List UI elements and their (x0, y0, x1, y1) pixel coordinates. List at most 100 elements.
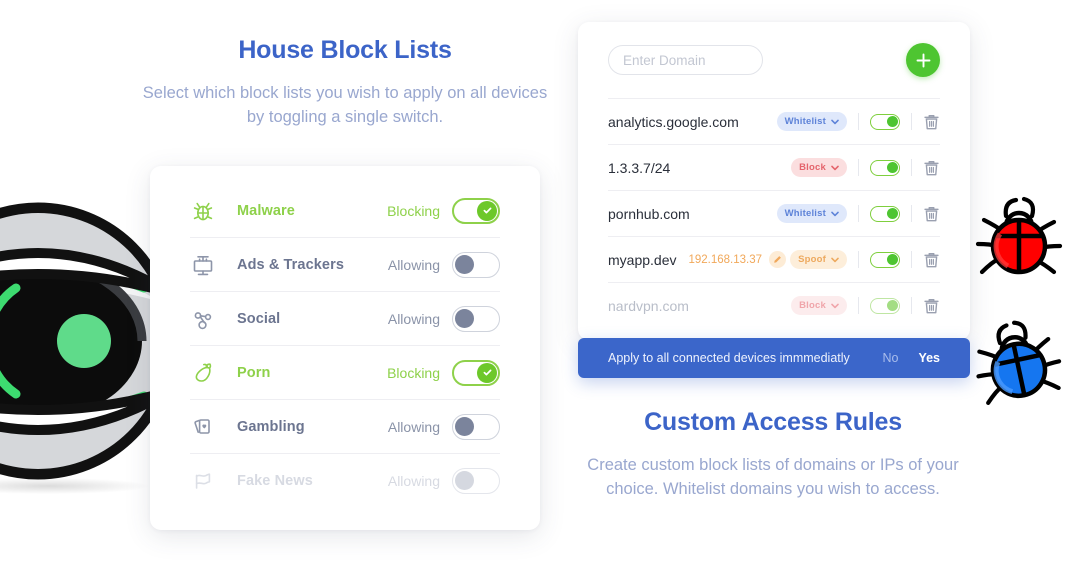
domain-row[interactable]: analytics.google.com Whitelist (608, 98, 940, 144)
block-list-toggle[interactable] (452, 413, 500, 440)
domain-row[interactable]: nardvpn.com Block (608, 282, 940, 328)
domain-enable-toggle[interactable] (870, 159, 900, 176)
apply-yes-button[interactable]: Yes (918, 351, 940, 365)
rule-type-label: Whitelist (784, 208, 826, 219)
block-list-toggle[interactable] (452, 251, 500, 278)
cards-icon (190, 412, 224, 442)
domain-rows: analytics.google.com Whitelist 1.3.3.7/24 B… (608, 98, 940, 328)
flag-icon (190, 466, 224, 496)
block-list-label: Social (237, 310, 281, 327)
block-list-row[interactable]: Malware Blocking (190, 184, 500, 238)
custom-rules-card: analytics.google.com Whitelist 1.3.3.7/24 B… (578, 22, 970, 340)
eggplant-icon (195, 362, 212, 382)
rule-type-badge[interactable]: Spoof (790, 250, 847, 269)
custom-rules-subtitle: Create custom block lists of domains or … (587, 456, 959, 498)
billboard-icon (193, 255, 213, 275)
delete-icon[interactable] (923, 113, 940, 131)
rule-type-badge[interactable]: Whitelist (776, 204, 847, 223)
domain-enable-toggle[interactable] (870, 205, 900, 222)
screenshot-root: House Block Lists Select which block lis… (0, 0, 1086, 561)
divider (911, 205, 912, 222)
block-list-state: Allowing (387, 256, 440, 273)
domain-input[interactable] (608, 45, 763, 75)
block-list-state: Allowing (387, 473, 440, 489)
block-lists-card: Malware Blocking Ads & Trackers Allowing Soc… (150, 166, 540, 530)
block-list-label: Fake News (237, 473, 313, 489)
chevron-down-icon (831, 257, 839, 262)
bug-icon (190, 196, 224, 226)
apply-no-button[interactable]: No (882, 351, 898, 365)
delete-icon[interactable] (923, 159, 940, 177)
rule-type-label: Block (799, 300, 826, 311)
domain-name: myapp.dev (608, 251, 677, 268)
block-list-toggle[interactable] (452, 305, 500, 332)
check-icon (483, 207, 491, 214)
share-nodes-icon (194, 311, 212, 329)
block-list-toggle[interactable] (452, 197, 500, 224)
divider (858, 159, 859, 176)
block-list-toggle[interactable] (452, 468, 500, 494)
apply-bar-text: Apply to all connected devices immmediat… (608, 351, 850, 365)
page-subtitle: Select which block lists you wish to app… (142, 84, 548, 126)
divider (858, 251, 859, 268)
page-title: House Block Lists (238, 36, 452, 64)
rule-type-badge[interactable]: Block (791, 296, 847, 315)
domain-name: analytics.google.com (608, 113, 739, 130)
domain-enable-toggle[interactable] (870, 113, 900, 130)
edit-ip-button[interactable] (769, 251, 787, 268)
block-list-state: Allowing (387, 418, 440, 435)
blue-bug-illustration (966, 318, 1070, 414)
divider (911, 251, 912, 268)
red-bug-illustration (966, 196, 1070, 288)
chevron-down-icon (831, 165, 839, 170)
block-lists-rows: Malware Blocking Ads & Trackers Allowing Soc… (150, 184, 540, 508)
block-list-row[interactable]: Fake News Allowing (190, 454, 500, 508)
domain-enable-toggle[interactable] (870, 251, 900, 268)
add-domain-button[interactable] (906, 43, 940, 77)
domain-row[interactable]: pornhub.com Whitelist (608, 190, 940, 236)
custom-rules-title: Custom Access Rules (644, 408, 902, 436)
domain-enable-toggle[interactable] (870, 297, 900, 314)
divider (858, 205, 859, 222)
domain-row[interactable]: 1.3.3.7/24 Block (608, 144, 940, 190)
block-list-state: Blocking (387, 364, 440, 381)
pencil-icon (774, 256, 781, 263)
check-icon (483, 369, 491, 376)
bug-icon (193, 202, 213, 220)
block-list-state: Allowing (387, 310, 440, 327)
block-list-row[interactable]: Porn Blocking (190, 346, 500, 400)
block-list-row[interactable]: Ads & Trackers Allowing (190, 238, 500, 292)
domain-name: nardvpn.com (608, 297, 689, 314)
rule-type-badge[interactable]: Block (791, 158, 847, 177)
delete-icon[interactable] (923, 297, 940, 315)
rule-type-label: Whitelist (784, 116, 826, 127)
domain-ip: 192.168.13.37 (688, 253, 763, 266)
domain-name: pornhub.com (608, 205, 690, 222)
domain-add-header (608, 22, 940, 98)
rule-type-badge[interactable]: Whitelist (776, 112, 847, 131)
delete-icon[interactable] (923, 251, 940, 269)
chevron-down-icon (831, 303, 839, 308)
flag-icon (195, 473, 211, 489)
rule-type-label: Block (799, 162, 826, 173)
divider (858, 297, 859, 314)
domain-row[interactable]: myapp.dev 192.168.13.37 Spoof (608, 236, 940, 282)
billboard-icon (190, 250, 224, 280)
chevron-down-icon (831, 119, 839, 124)
chevron-down-icon (831, 211, 839, 216)
divider (911, 159, 912, 176)
block-list-label: Ads & Trackers (237, 256, 344, 273)
block-list-row[interactable]: Gambling Allowing (190, 400, 500, 454)
block-list-label: Malware (237, 202, 295, 219)
divider (911, 297, 912, 314)
share-nodes-icon (190, 304, 224, 334)
divider (911, 113, 912, 130)
block-list-toggle[interactable] (452, 359, 500, 386)
cards-icon (194, 418, 210, 434)
eggplant-icon (190, 358, 224, 388)
block-list-row[interactable]: Social Allowing (190, 292, 500, 346)
plus-icon (916, 53, 930, 67)
apply-all-devices-bar: Apply to all connected devices immmediat… (578, 338, 970, 378)
delete-icon[interactable] (923, 205, 940, 223)
rule-type-label: Spoof (798, 254, 826, 265)
